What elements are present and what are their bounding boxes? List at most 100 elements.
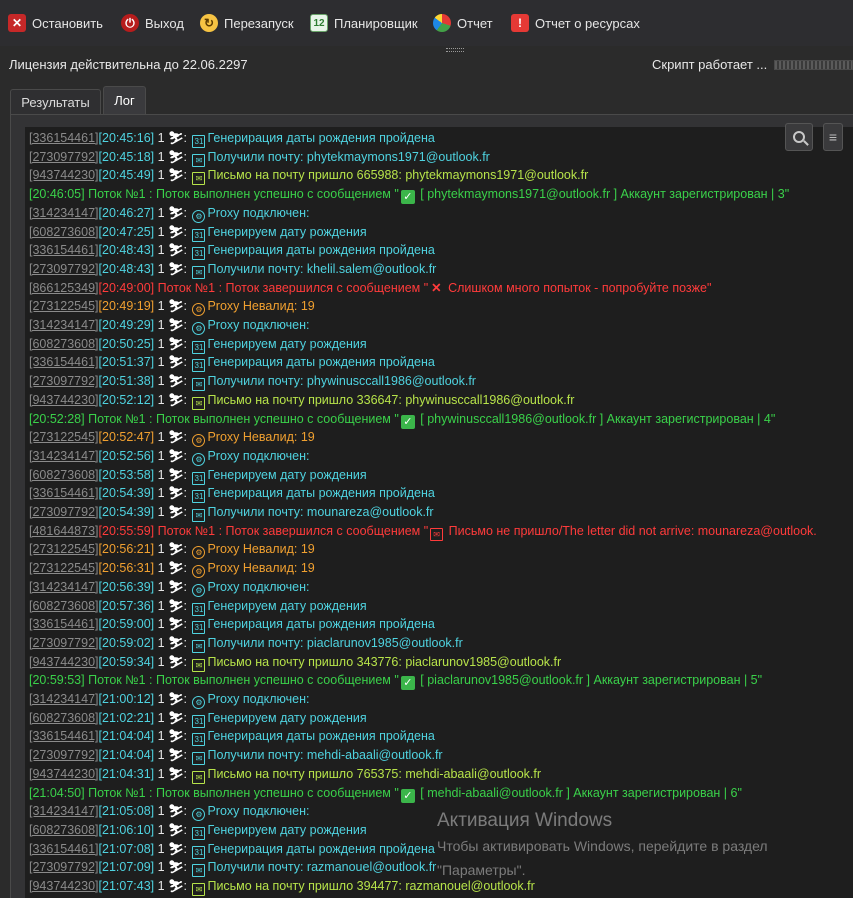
log-thread-id: [273097792] (29, 635, 99, 650)
log-timestamp: [21:07:08] (98, 841, 155, 856)
log-area[interactable]: [336154461][20:45:16] 1 ⛷ : 31 Генерираци… (25, 127, 853, 898)
log-separator: : (180, 261, 191, 276)
log-separator: : (180, 579, 191, 594)
log-message: Proxy Невалид: 19 (207, 430, 315, 445)
log-message: Proxy подключен: (207, 804, 310, 819)
log-message: Получили почту: khelil.salem@outlook.fr (207, 261, 437, 276)
log-timestamp: [20:55:59] (98, 523, 155, 538)
log-timestamp: [20:54:39] (98, 505, 155, 519)
calendar-icon: 31 (192, 490, 206, 504)
log-thread-id: [608273608] (29, 336, 99, 351)
log-counter: 1 (154, 131, 169, 145)
calendar-icon: 31 (192, 602, 206, 616)
log-line: [273097792][20:54:39] 1 ⛷ : ✉ Получили по… (29, 503, 434, 522)
person-icon: ⛷ (168, 766, 184, 781)
log-line: [608273608][20:47:25] 1 ⛷ : 31 Генерируем… (29, 223, 367, 242)
scheduler-label: Планировщик (334, 15, 418, 31)
log-timestamp: [20:52:28] (29, 411, 85, 426)
log-message: Proxy подключен: (207, 692, 310, 706)
report-button[interactable]: Отчет (433, 10, 493, 36)
log-line: [943744230][20:52:12] 1 ⛷ : ✉ Письмо на п… (29, 391, 575, 410)
log-line: [273122545][20:56:31] 1 ⛷ : ⚙ Proxy Невал… (29, 559, 315, 579)
log-counter: 1 (154, 804, 169, 819)
gear-icon: ⚙ (192, 434, 206, 448)
log-thread-id: [336154461] (29, 729, 99, 744)
log-line: [21:04:50] Поток №1 : Поток выполнен усп… (29, 784, 742, 803)
gear-icon: ⚙ (192, 808, 206, 822)
log-separator: : (180, 692, 191, 706)
log-timestamp: [21:04:50] (29, 785, 85, 800)
log-message: Генерируем дату рождения (207, 822, 367, 837)
log-counter: 1 (154, 318, 169, 332)
scheduler-button[interactable]: 12 Планировщик (310, 10, 418, 36)
log-separator: : (180, 374, 191, 389)
log-separator: : (180, 448, 191, 463)
person-icon: ⛷ (168, 243, 184, 258)
calendar-icon: 31 (192, 359, 206, 373)
check-icon: ✓ (400, 676, 415, 691)
gear-icon: ⚙ (192, 322, 206, 335)
tab-log[interactable]: Лог (103, 86, 146, 114)
person-icon: ⛷ (168, 635, 184, 650)
resource-report-label: Отчет о ресурсах (535, 15, 640, 31)
log-timestamp: [20:59:34] (98, 654, 155, 669)
envelope-icon: ✉ (192, 864, 206, 878)
log-message: Генерирация даты рождения пройдена (207, 131, 435, 145)
person-icon: ⛷ (168, 224, 184, 239)
log-line: [314234147][20:46:27] 1 ⛷ : ⚙ Proxy подкл… (29, 204, 309, 223)
log-message: Генерирация даты рождения пройдена (207, 243, 435, 258)
person-icon: ⛷ (168, 617, 184, 632)
log-separator: : (180, 729, 191, 744)
calendar-icon: 12 (310, 14, 328, 32)
calendar-icon: 31 (192, 228, 206, 242)
log-message: Поток №1 : Поток выполнен успешно с сооб… (84, 187, 399, 202)
log-timestamp: [20:48:43] (98, 261, 155, 276)
log-separator: : (180, 748, 191, 763)
log-counter: 1 (154, 617, 169, 632)
log-separator: : (180, 654, 191, 669)
log-timestamp: [20:50:25] (98, 336, 155, 351)
person-icon: ⛷ (168, 598, 184, 613)
log-message: Получили почту: razmanouel@outlook.fr (207, 860, 437, 875)
splitter-grip[interactable] (446, 48, 464, 52)
tab-results[interactable]: Результаты (10, 89, 101, 114)
log-line: [608273608][20:57:36] 1 ⛷ : 31 Генерируем… (29, 597, 367, 616)
log-message: Proxy Невалид: 19 (207, 299, 315, 314)
log-timestamp: [20:52:47] (98, 430, 155, 445)
log-timestamp: [21:05:08] (98, 804, 155, 819)
log-line: [273097792][20:48:43] 1 ⛷ : ✉ Получили по… (29, 260, 437, 279)
log-thread-id: [273097792] (29, 860, 99, 875)
person-icon: ⛷ (168, 149, 184, 164)
calendar-icon: 31 (192, 247, 206, 261)
log-message: Генерируем дату рождения (207, 710, 367, 725)
log-timestamp: [20:51:37] (98, 355, 155, 370)
calendar-icon: 31 (192, 845, 206, 859)
restart-button[interactable]: ↻ Перезапуск (200, 10, 294, 36)
exit-button[interactable]: ⏻ Выход (121, 10, 184, 36)
log-line: [943744230][21:07:43] 1 ⛷ : ✉ Письмо на п… (29, 877, 535, 896)
log-timestamp: [20:51:38] (98, 374, 155, 389)
log-message: Письмо на почту пришло 336647: phywinusc… (207, 392, 575, 407)
menu-icon: ≡ (828, 129, 838, 145)
search-button[interactable] (785, 123, 813, 151)
log-timestamp: [21:04:04] (98, 748, 155, 763)
menu-button[interactable]: ≡ (823, 123, 843, 151)
stop-button[interactable]: ✕ Остановить (8, 10, 103, 36)
log-separator: : (180, 336, 191, 351)
log-counter: 1 (154, 205, 169, 220)
resource-report-button[interactable]: ! Отчет о ресурсах (511, 10, 640, 36)
check-icon: ✓ (400, 414, 415, 429)
log-timestamp: [20:56:31] (98, 561, 155, 576)
log-counter: 1 (154, 729, 169, 744)
log-separator: : (180, 766, 191, 781)
log-thread-id: [336154461] (29, 131, 99, 145)
log-thread-id: [943744230] (29, 392, 99, 407)
envelope-icon: ✉ (192, 752, 206, 766)
log-timestamp: [20:56:21] (98, 542, 155, 557)
log-separator: : (180, 318, 191, 332)
log-thread-id: [273122545] (29, 542, 99, 557)
log-counter: 1 (154, 392, 169, 407)
person-icon: ⛷ (168, 467, 184, 482)
log-separator: : (180, 131, 191, 145)
log-thread-id: [314234147] (29, 579, 99, 594)
